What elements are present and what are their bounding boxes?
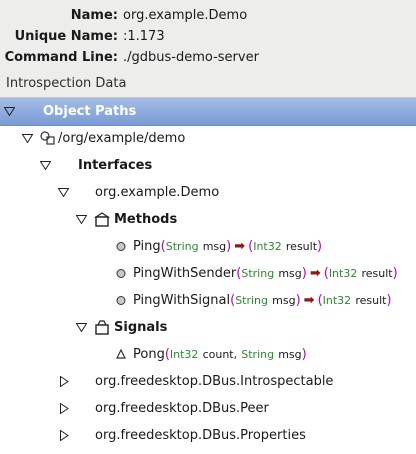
- introspection-section-title: Introspection Data: [6, 76, 127, 91]
- close-paren: ): [386, 293, 392, 308]
- close-paren: ): [226, 239, 232, 254]
- arg-name: msg: [278, 267, 302, 280]
- interface-demo-label: org.example.Demo: [95, 185, 220, 200]
- tree-row-method-pingwithsender[interactable]: PingWithSender(String msg) ➡ (Int32 result…: [0, 260, 416, 287]
- expander-expanded-icon[interactable]: [76, 314, 88, 341]
- name-label: Name:: [70, 8, 118, 23]
- method-name: Ping: [133, 239, 161, 254]
- interface-properties-label: org.freedesktop.DBus.Properties: [95, 428, 306, 443]
- tree-row-interface-peer[interactable]: org.freedesktop.DBus.Peer: [0, 395, 416, 422]
- name-value: org.example.Demo: [123, 8, 248, 23]
- expander-collapsed-icon[interactable]: [60, 368, 72, 395]
- interface-introspectable-label: org.freedesktop.DBus.Introspectable: [95, 374, 334, 389]
- return-arrow-icon: ➡: [309, 266, 321, 281]
- tree-row-method-ping[interactable]: Ping(String msg) ➡ (Int32 result): [0, 233, 416, 260]
- method-name: PingWithSignal: [133, 293, 231, 308]
- return-type: Int32: [322, 294, 352, 307]
- method-signature: PingWithSender(String msg) ➡ (Int32 result…: [133, 260, 398, 287]
- return-arrow-icon: ➡: [303, 293, 315, 308]
- methods-label: Methods: [114, 212, 178, 227]
- method-signature: PingWithSignal(String msg) ➡ (Int32 result…: [133, 287, 392, 314]
- methods-box-icon: [94, 206, 110, 233]
- interface-peer-label: org.freedesktop.DBus.Peer: [95, 401, 269, 416]
- close-paren: ): [301, 266, 307, 281]
- interfaces-label: Interfaces: [78, 158, 153, 173]
- close-paren: ): [295, 293, 301, 308]
- expander-expanded-icon[interactable]: [22, 125, 34, 152]
- expander-collapsed-icon[interactable]: [60, 395, 72, 422]
- unique-name-row: Unique Name: :1.173: [0, 27, 416, 47]
- expander-expanded-icon[interactable]: [4, 98, 16, 125]
- tree-row-method-pingwithsignal[interactable]: PingWithSignal(String msg) ➡ (Int32 result…: [0, 287, 416, 314]
- return-arrow-icon: ➡: [234, 239, 246, 254]
- name-row: Name: org.example.Demo: [0, 6, 416, 26]
- tree-row-object-path[interactable]: /org/example/demo: [0, 125, 416, 152]
- signal-signature: Pong(Int32 count, String msg): [133, 341, 307, 368]
- method-bullet-icon: [115, 260, 131, 287]
- signals-label: Signals: [114, 320, 168, 335]
- arg-name: count,: [202, 348, 238, 361]
- tree-row-object-paths[interactable]: Object Paths: [0, 98, 416, 126]
- close-paren: ): [301, 347, 307, 362]
- method-bullet-icon: [115, 287, 131, 314]
- command-line-value: ./gdbus-demo-server: [123, 50, 259, 65]
- close-paren: ): [317, 239, 323, 254]
- tree-row-interface-properties[interactable]: org.freedesktop.DBus.Properties: [0, 422, 416, 449]
- tree-row-signal-pong[interactable]: Pong(Int32 count, String msg): [0, 341, 416, 368]
- method-bullet-icon: [115, 233, 131, 260]
- signal-triangle-icon: [115, 341, 131, 368]
- return-name: result: [285, 240, 318, 253]
- return-name: result: [361, 267, 393, 280]
- command-line-label: Command Line:: [4, 50, 118, 65]
- object-path-label: /org/example/demo: [58, 131, 186, 146]
- unique-name-label: Unique Name:: [14, 29, 118, 44]
- method-name: PingWithSender: [133, 266, 237, 281]
- arg-name: msg: [202, 240, 227, 253]
- introspection-tree[interactable]: Object Paths /org/example/demo Interface…: [0, 97, 416, 454]
- return-type: Int32: [328, 267, 358, 280]
- method-signature: Ping(String msg) ➡ (Int32 result): [133, 233, 322, 260]
- arg-type: String: [241, 267, 275, 280]
- arg-name: msg: [278, 348, 302, 361]
- arg-type: String: [165, 240, 199, 253]
- return-type: Int32: [253, 240, 282, 253]
- expander-collapsed-icon[interactable]: [60, 422, 72, 449]
- tree-row-interfaces[interactable]: Interfaces: [0, 152, 416, 179]
- close-paren: ): [392, 266, 398, 281]
- expander-expanded-icon[interactable]: [58, 179, 70, 206]
- expander-expanded-icon[interactable]: [40, 152, 52, 179]
- tree-row-methods[interactable]: Methods: [0, 206, 416, 233]
- object-paths-label: Object Paths: [43, 104, 137, 119]
- command-line-row: Command Line: ./gdbus-demo-server: [0, 48, 416, 68]
- expander-expanded-icon[interactable]: [76, 206, 88, 233]
- signals-box-icon: [94, 314, 110, 341]
- unique-name-value: :1.173: [123, 29, 165, 44]
- tree-row-interface-demo[interactable]: org.example.Demo: [0, 179, 416, 206]
- arg-name: msg: [272, 294, 296, 307]
- arg-type: Int32: [169, 348, 199, 361]
- tree-row-signals[interactable]: Signals: [0, 314, 416, 341]
- return-name: result: [355, 294, 387, 307]
- arg-type: String: [241, 348, 275, 361]
- signal-name: Pong: [133, 347, 165, 362]
- service-info: Name: org.example.Demo Unique Name: :1.1…: [0, 0, 416, 70]
- arg-type: String: [235, 294, 269, 307]
- object-path-icon: [40, 125, 56, 152]
- tree-row-interface-introspectable[interactable]: org.freedesktop.DBus.Introspectable: [0, 368, 416, 395]
